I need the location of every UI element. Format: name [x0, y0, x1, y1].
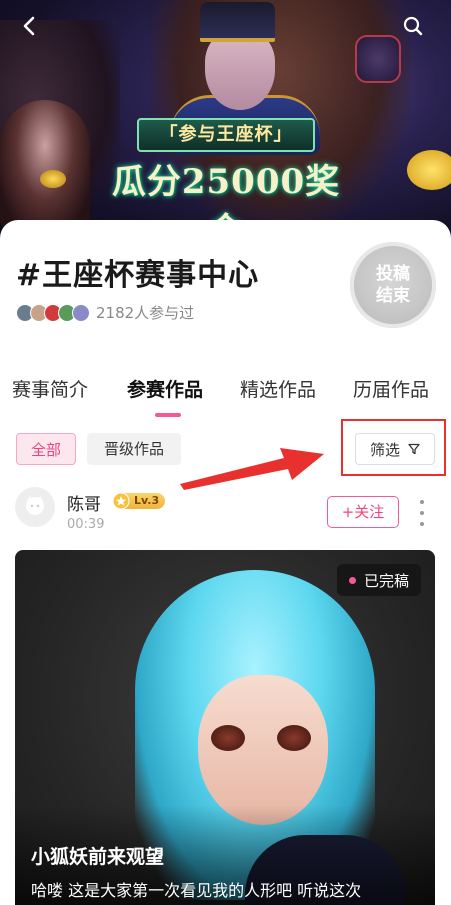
search-icon [403, 16, 423, 36]
content-sheet: #王座杯赛事中心 投稿 结束 2182人参与过 赛事简介 参赛作品 精选作品 历… [0, 220, 451, 905]
banner-character-face [205, 30, 275, 110]
tab-past-works[interactable]: 历届作品 [353, 377, 429, 403]
participant-avatars[interactable] [16, 304, 90, 322]
completed-badge: 已完稿 [336, 564, 421, 596]
chevron-left-icon [23, 16, 35, 36]
post-header: 陈哥 Lv.3 00:39 +关注 [0, 482, 451, 532]
post-artwork[interactable]: 已完稿 小狐妖前来观望 哈喽 这是大家第一次看见我的人形吧 听说这次 [15, 550, 435, 905]
author-name[interactable]: 陈哥 [67, 490, 101, 515]
search-button[interactable] [395, 8, 431, 44]
follow-button[interactable]: +关注 [327, 496, 399, 528]
badge-line-1: 投稿 [376, 264, 410, 284]
post-time: 00:39 [67, 517, 105, 532]
badge-line-2: 结束 [376, 286, 410, 306]
filter-chip-promoted[interactable]: 晋级作品 [87, 433, 181, 465]
banner-gold-coin [40, 170, 66, 188]
event-banner: 「参与王座杯」 瓜分25000奖金 [0, 0, 451, 250]
default-avatar-icon [26, 496, 44, 515]
tab-featured[interactable]: 精选作品 [240, 377, 316, 403]
post-description: 哈喽 这是大家第一次看见我的人形吧 听说这次 [31, 881, 362, 900]
avatar [72, 304, 90, 322]
promo-headline: 瓜分25000奖金 [111, 162, 341, 250]
more-options-icon[interactable] [418, 500, 426, 526]
completed-label: 已完稿 [363, 571, 409, 590]
submission-closed-badge: 投稿 结束 [350, 242, 436, 328]
crown-star-icon [112, 492, 130, 510]
level-badge: Lv.3 [112, 492, 166, 510]
participant-count: 2182人参与过 [96, 304, 195, 322]
banner-character-hat [200, 2, 275, 42]
status-dot-icon [348, 576, 356, 584]
artwork-face [198, 675, 328, 825]
annotation-highlight-box [341, 419, 446, 476]
page-title: #王座杯赛事中心 [16, 258, 260, 293]
artwork-eye [211, 725, 245, 751]
post-title: 小狐妖前来观望 [31, 846, 165, 868]
artwork-eye [277, 725, 311, 751]
active-tab-indicator [155, 413, 181, 417]
banner-gold-ingot [407, 150, 451, 190]
banner-character-girl [0, 100, 90, 230]
tab-bar: 赛事简介 参赛作品 精选作品 历届作品 [0, 377, 451, 417]
filter-chip-all[interactable]: 全部 [16, 433, 76, 465]
author-avatar[interactable] [15, 487, 55, 527]
tab-entries[interactable]: 参赛作品 [127, 377, 203, 403]
tab-event-intro[interactable]: 赛事简介 [12, 377, 88, 403]
back-button[interactable] [12, 8, 48, 44]
promo-tagline: 「参与王座杯」 [137, 118, 315, 152]
promo-text: 「参与王座杯」 瓜分25000奖金 [95, 118, 357, 250]
